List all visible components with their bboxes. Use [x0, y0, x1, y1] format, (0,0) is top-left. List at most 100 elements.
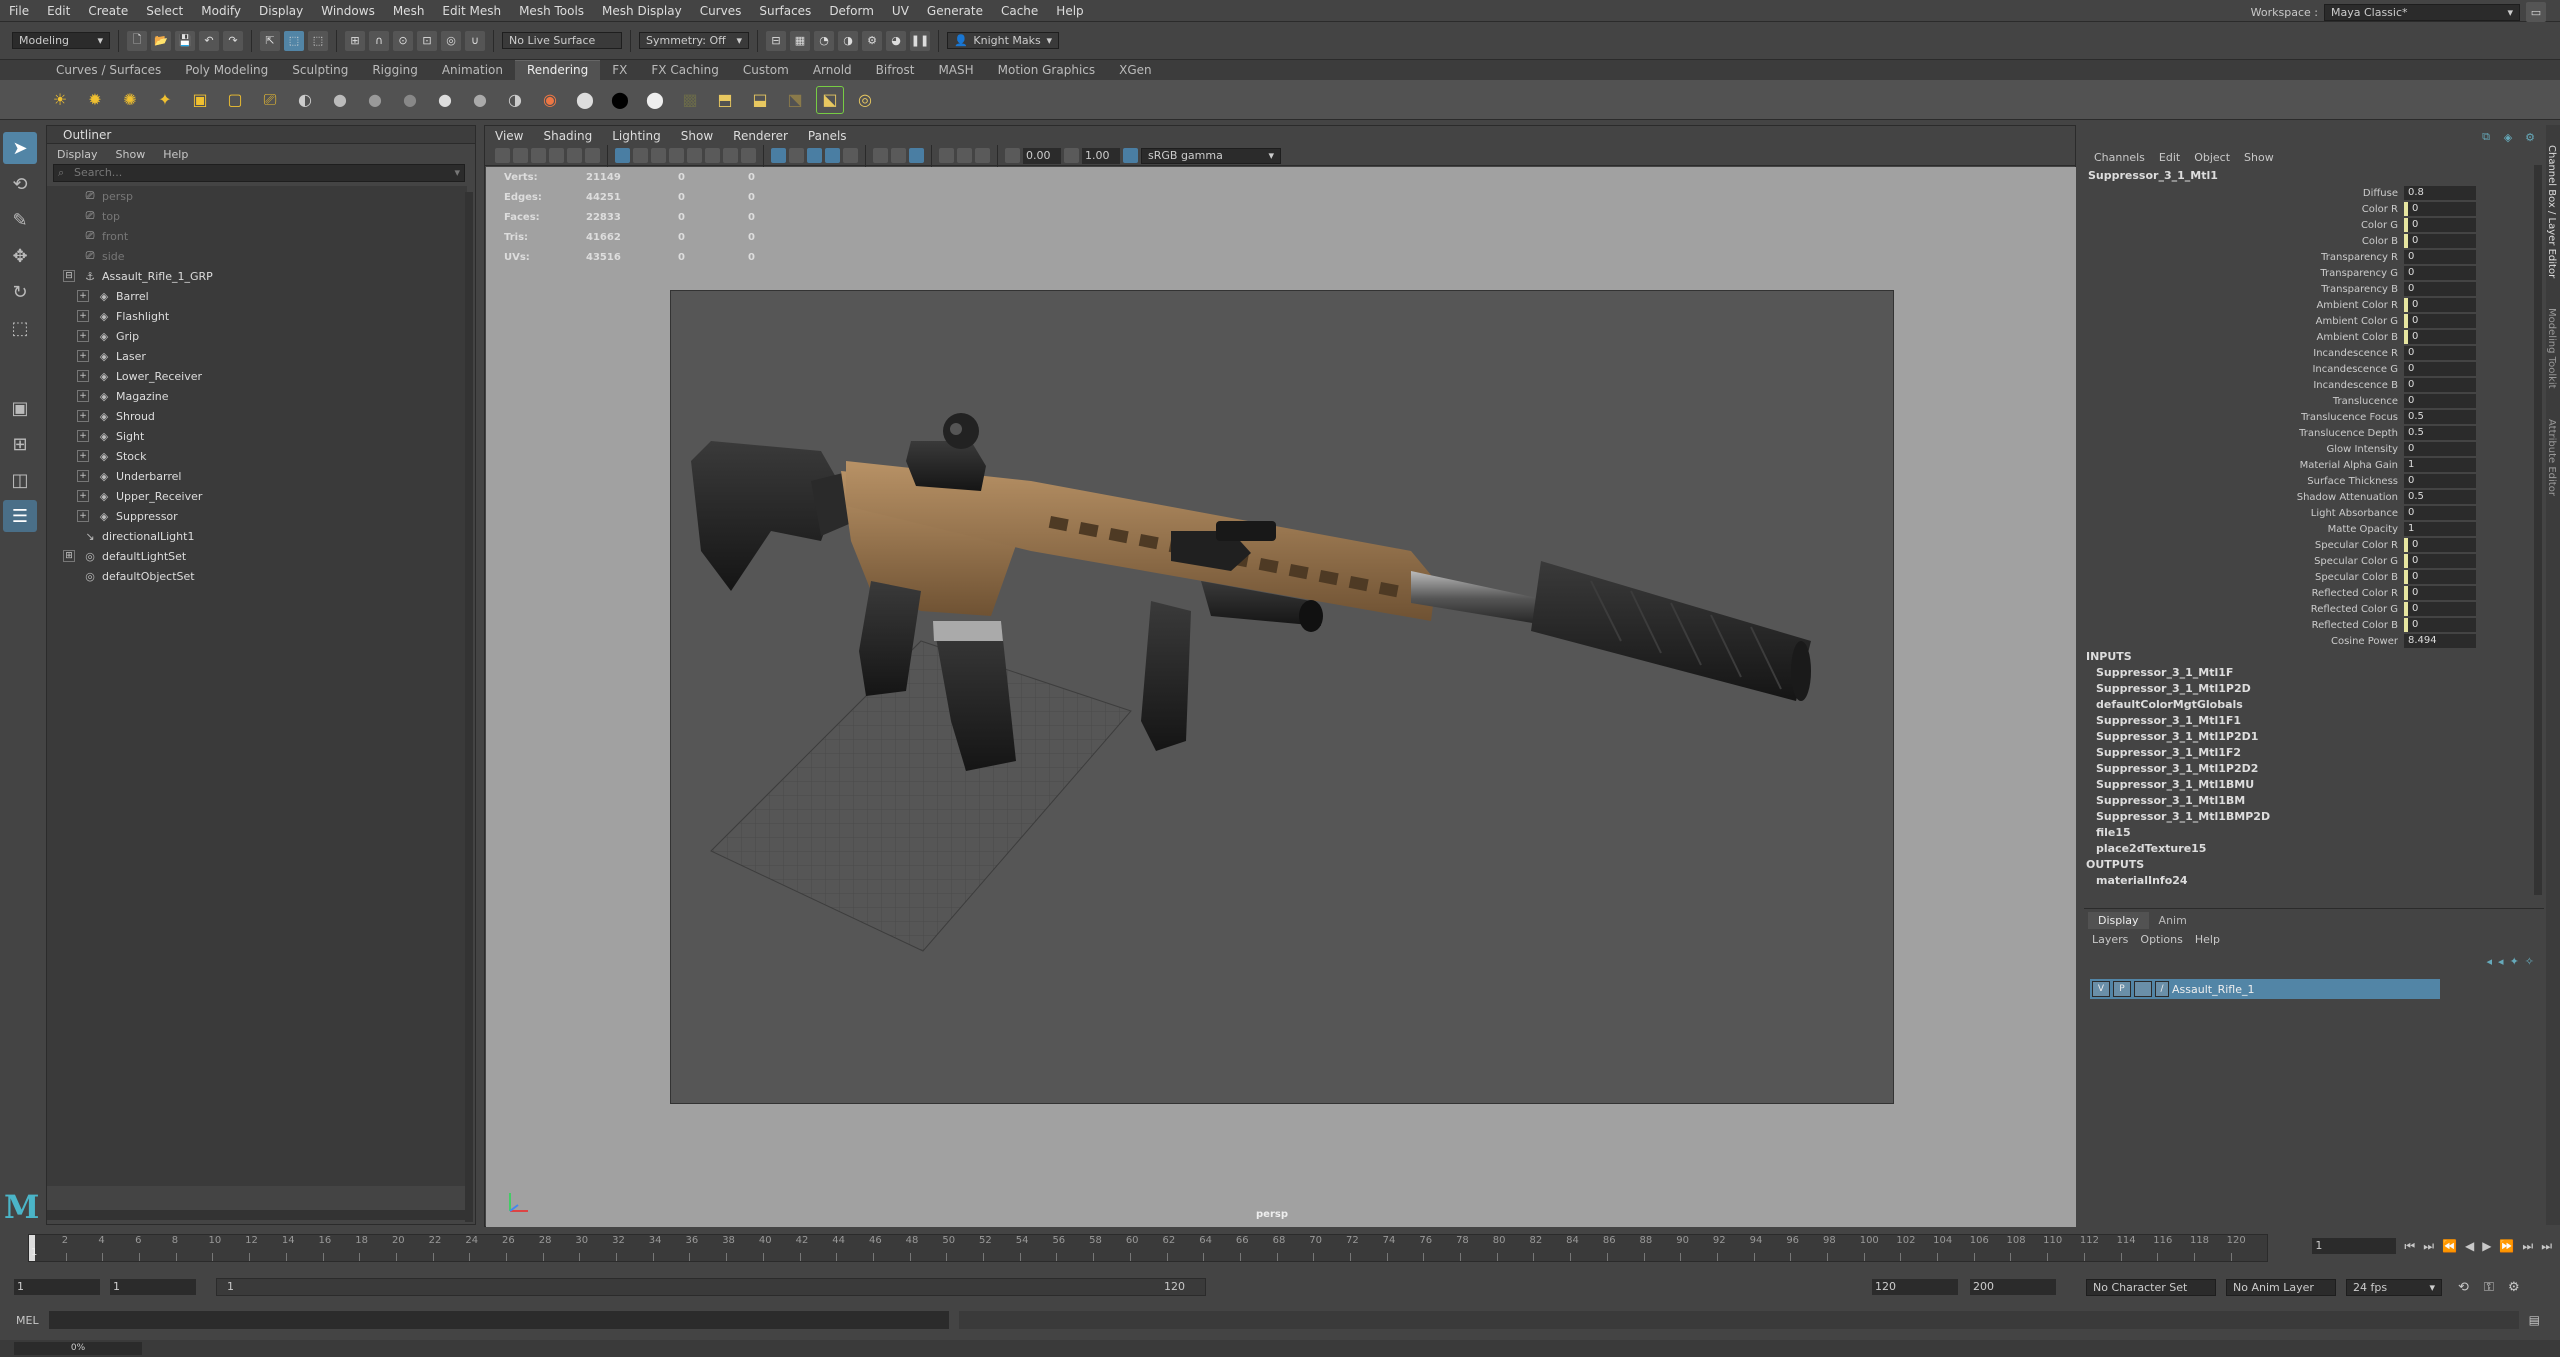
paint-select-icon[interactable]: ✎ — [3, 204, 37, 236]
move-layer-up-icon[interactable]: ◂ — [2487, 955, 2493, 968]
outliner-item[interactable]: + ◈ Upper_Receiver — [47, 486, 467, 506]
four-view-icon[interactable]: ⊞ — [3, 428, 37, 460]
tab-anim-layers[interactable]: Anim — [2149, 912, 2197, 929]
shelf-tab-animation[interactable]: Animation — [430, 61, 515, 80]
auto-key-icon[interactable]: ⚿ — [2484, 1280, 2494, 1295]
gamma-field[interactable]: 1.00 — [1082, 147, 1120, 164]
channel-value-field[interactable]: 0 — [2404, 538, 2476, 552]
exposure-icon[interactable] — [1005, 148, 1020, 163]
channel-row[interactable]: Translucence Focus 0.5 — [2084, 409, 2544, 425]
outliner-view-icon[interactable]: ☰ — [3, 500, 37, 532]
outliner-item[interactable]: + ◈ Suppressor — [47, 506, 467, 526]
menu-set-dropdown[interactable]: Modeling ▾ — [12, 32, 110, 49]
range-slider-bar[interactable]: 1 120 — [216, 1278, 1206, 1296]
expand-toggle-icon[interactable]: + — [77, 310, 89, 322]
menu-help[interactable]: Help — [1047, 4, 1092, 18]
black-sphere-icon[interactable]: ⬤ — [606, 86, 634, 114]
channel-row[interactable]: Transparency B 0 — [2084, 281, 2544, 297]
aisurface-icon[interactable]: ◉ — [536, 86, 564, 114]
channel-row[interactable]: Reflected Color B 0 — [2084, 617, 2544, 633]
pause-icon[interactable]: ❚❚ — [910, 30, 930, 51]
channel-row[interactable]: Cosine Power 8.494 — [2084, 633, 2544, 649]
outliner-item[interactable]: + ◈ Underbarrel — [47, 466, 467, 486]
new-layer-selected-icon[interactable]: ✧ — [2525, 955, 2534, 968]
go-to-start-icon[interactable]: ⏮ — [2404, 1239, 2415, 1254]
script-editor-icon[interactable]: ▤ — [2529, 1313, 2540, 1327]
input-node[interactable]: place2dTexture15 — [2084, 841, 2544, 857]
volume-light-icon[interactable]: ▢ — [221, 86, 249, 114]
channel-row[interactable]: Transparency G 0 — [2084, 265, 2544, 281]
outliner-item[interactable]: + ◈ Shroud — [47, 406, 467, 426]
menu-mesh-display[interactable]: Mesh Display — [593, 4, 691, 18]
outliner-menu-show[interactable]: Show — [116, 148, 146, 161]
menu-create[interactable]: Create — [79, 4, 137, 18]
input-node[interactable]: Suppressor_3_1_Mtl1BMU — [2084, 777, 2544, 793]
expand-toggle-icon[interactable]: + — [77, 370, 89, 382]
layer-row[interactable]: V P / Assault_Rifle_1 — [2090, 979, 2440, 999]
snap-view-icon[interactable]: ⊡ — [417, 30, 437, 51]
motion-blur-icon[interactable] — [789, 148, 804, 163]
channel-row[interactable]: Specular Color B 0 — [2084, 569, 2544, 585]
layout-icon[interactable]: ▭ — [2526, 2, 2546, 22]
outliner-item[interactable]: ⎚ persp — [47, 186, 467, 206]
channel-value-field[interactable]: 0 — [2404, 346, 2476, 360]
layers-menu-help[interactable]: Help — [2195, 933, 2220, 946]
outliner-menu-help[interactable]: Help — [163, 148, 188, 161]
antialias-icon[interactable] — [807, 148, 822, 163]
xray-icon[interactable] — [705, 148, 720, 163]
lasso-tool-icon[interactable]: ⟲ — [3, 168, 37, 200]
channel-row[interactable]: Reflected Color R 0 — [2084, 585, 2544, 601]
channel-value-field[interactable]: 0 — [2404, 570, 2476, 584]
animation-start-field[interactable]: 1 — [14, 1279, 100, 1295]
input-node[interactable]: Suppressor_3_1_Mtl1BMP2D — [2084, 809, 2544, 825]
field-chart-icon[interactable] — [975, 148, 990, 163]
channel-value-field[interactable]: 0.5 — [2404, 426, 2476, 440]
render-layer-icon[interactable]: ▩ — [676, 86, 704, 114]
layers-menu-layers[interactable]: Layers — [2092, 933, 2128, 946]
safe-action-icon[interactable] — [939, 148, 954, 163]
move-layer-down-icon[interactable]: ◂ — [2498, 955, 2504, 968]
menu-display[interactable]: Display — [250, 4, 312, 18]
search-options-icon[interactable]: ▾ — [454, 165, 460, 181]
phong-sphere-icon[interactable]: ● — [361, 86, 389, 114]
channel-row[interactable]: Specular Color G 0 — [2084, 553, 2544, 569]
outliner-item[interactable]: + ◈ Stock — [47, 446, 467, 466]
outliner-item[interactable]: ⊞ ◎ defaultLightSet — [47, 546, 467, 566]
shelf-tab-fx[interactable]: FX — [600, 61, 639, 80]
channel-value-field[interactable]: 0 — [2404, 282, 2476, 296]
tab-channel-box-layer-editor[interactable]: Channel Box / Layer Editor — [2546, 145, 2557, 278]
channel-row[interactable]: Specular Color R 0 — [2084, 537, 2544, 553]
directional-light-icon[interactable]: ✹ — [81, 86, 109, 114]
expand-toggle-icon[interactable]: + — [77, 350, 89, 362]
render-current-icon[interactable]: ⬒ — [711, 86, 739, 114]
menu-file[interactable]: File — [0, 4, 38, 18]
hud-icon[interactable] — [909, 148, 924, 163]
textured-icon[interactable] — [651, 148, 666, 163]
grid-icon[interactable] — [843, 148, 858, 163]
rotate-tool-icon[interactable]: ↻ — [3, 276, 37, 308]
input-node[interactable]: defaultColorMgtGlobals — [2084, 697, 2544, 713]
viewport-menu-renderer[interactable]: Renderer — [723, 129, 798, 143]
channel-row[interactable]: Translucence Depth 0.5 — [2084, 425, 2544, 441]
tab-display-layers[interactable]: Display — [2088, 912, 2149, 929]
isolate-select-icon[interactable] — [771, 148, 786, 163]
command-input[interactable] — [48, 1311, 949, 1329]
shelf-tab-curves-surfaces[interactable]: Curves / Surfaces — [44, 61, 173, 80]
input-node[interactable]: Suppressor_3_1_Mtl1F — [2084, 665, 2544, 681]
menu-mesh[interactable]: Mesh — [384, 4, 434, 18]
channel-row[interactable]: Incandescence R 0 — [2084, 345, 2544, 361]
input-node[interactable]: Suppressor_3_1_Mtl1P2D1 — [2084, 729, 2544, 745]
expand-toggle-icon[interactable]: + — [77, 410, 89, 422]
menu-deform[interactable]: Deform — [820, 4, 883, 18]
channel-value-field[interactable]: 0 — [2404, 314, 2476, 328]
channel-menu-object[interactable]: Object — [2194, 151, 2230, 164]
anisotropic-sphere-icon[interactable]: ● — [396, 86, 424, 114]
grid-toggle-icon[interactable] — [549, 148, 564, 163]
channel-value-field[interactable]: 0 — [2404, 602, 2476, 616]
outliner-scrollbar[interactable] — [465, 192, 473, 1222]
channel-row[interactable]: Color B 0 — [2084, 233, 2544, 249]
user-account-dropdown[interactable]: 👤 Knight Maks ▾ — [947, 32, 1059, 49]
snap-grid-icon[interactable]: ⊞ — [345, 30, 365, 51]
current-frame-field[interactable]: 1 — [2312, 1238, 2397, 1254]
shelf-tab-rigging[interactable]: Rigging — [360, 61, 429, 80]
